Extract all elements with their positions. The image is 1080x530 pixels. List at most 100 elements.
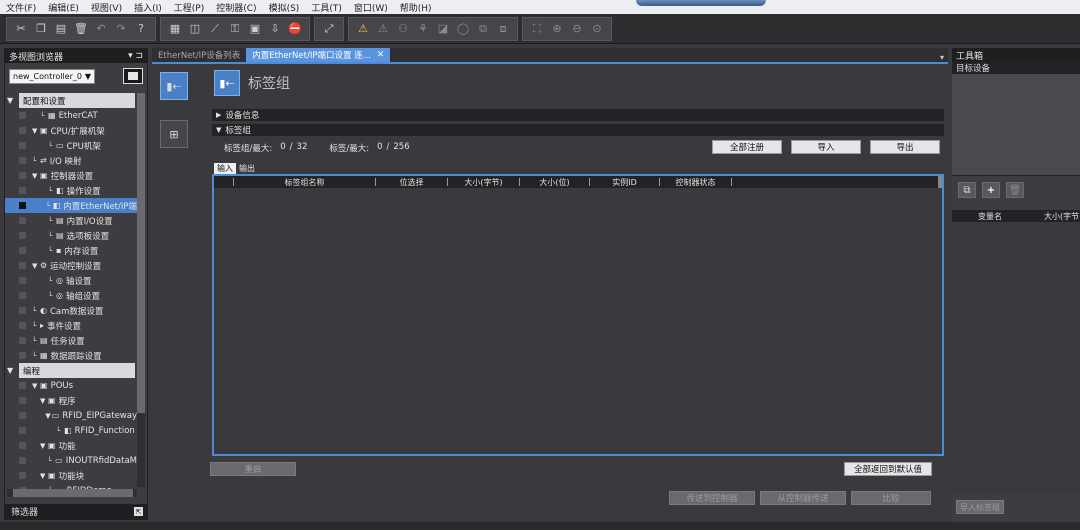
fit-icon[interactable]: ⛶: [527, 19, 547, 39]
copy-icon[interactable]: ❐: [31, 19, 51, 39]
tree-item[interactable]: ▼ ▣ 功能块: [5, 468, 137, 483]
explorer-vscroll[interactable]: [137, 93, 145, 487]
expand-down-icon[interactable]: ▼: [32, 262, 40, 270]
tab-output[interactable]: 输出: [236, 163, 258, 174]
tree-item-checkbox[interactable]: [19, 457, 26, 464]
register-all-button[interactable]: 全部注册: [712, 140, 782, 154]
zoom-out-icon[interactable]: ⊖: [567, 19, 587, 39]
column-header-size-bits[interactable]: 大小(位): [520, 178, 590, 187]
tree-item-checkbox[interactable]: [19, 172, 26, 179]
reset-defaults-button[interactable]: 全部返回到默认值: [844, 462, 932, 476]
target-device-row[interactable]: 目标设备: [952, 62, 1080, 74]
tree-section[interactable]: ▼ 编程: [7, 363, 135, 378]
connection-view-icon[interactable]: ⊞: [160, 120, 188, 148]
tree-item[interactable]: ▼ ▣ POUs: [5, 378, 137, 393]
menu-item[interactable]: 模拟(S): [269, 1, 300, 14]
tree-item-checkbox[interactable]: [19, 142, 26, 149]
sim-watch-icon[interactable]: ⧈: [493, 19, 513, 39]
export-button[interactable]: 导出: [870, 140, 940, 154]
tree-item[interactable]: └ ▸ 事件设置: [5, 318, 137, 333]
tree-item[interactable]: ▼ ▣ CPU/扩展机架: [5, 123, 137, 138]
menu-item[interactable]: 工具(T): [311, 1, 342, 14]
stop-icon[interactable]: ⛔: [285, 19, 305, 39]
tree-item[interactable]: └ ◧ 内置EtherNet/IP端: [5, 198, 137, 213]
help-icon[interactable]: ?: [131, 19, 151, 39]
zoom-reset-icon[interactable]: ⊙: [587, 19, 607, 39]
sim-stop-icon[interactable]: ◪: [433, 19, 453, 39]
tree-item-checkbox[interactable]: [19, 112, 26, 119]
menu-item[interactable]: 窗口(W): [354, 1, 388, 14]
import-button[interactable]: 导入: [791, 140, 861, 154]
tree-item-checkbox[interactable]: [19, 337, 26, 344]
tree-item[interactable]: └ ◐ Cam数据设置: [5, 303, 137, 318]
cut-icon[interactable]: ✂: [11, 19, 31, 39]
online-icon[interactable]: ⚿: [225, 19, 245, 39]
tree-item[interactable]: ▼ ▣ 功能: [5, 438, 137, 453]
cross-ref-icon[interactable]: ⤢: [319, 19, 339, 39]
tree-item[interactable]: └ ▦ EtherCAT: [5, 108, 137, 123]
explorer-hscroll[interactable]: [7, 489, 137, 497]
tree-item[interactable]: └ ▦ 数据跟踪设置: [5, 348, 137, 363]
tree-item-checkbox[interactable]: [19, 247, 26, 254]
filter-toggle-icon[interactable]: ⇱: [134, 507, 143, 516]
tree-item-checkbox[interactable]: [19, 352, 26, 359]
tree-item-checkbox[interactable]: [19, 412, 26, 419]
tree-item-checkbox[interactable]: [19, 217, 26, 224]
tree-item[interactable]: └ ◧ RFID_Function: [5, 423, 137, 438]
tree-item-checkbox[interactable]: [19, 397, 26, 404]
section-device-info[interactable]: ▶ 设备信息: [212, 109, 944, 121]
sim-step-icon[interactable]: ⚇: [393, 19, 413, 39]
tab-dropdown-icon[interactable]: ▾: [940, 53, 948, 62]
menu-item[interactable]: 插入(I): [134, 1, 162, 14]
tree-item[interactable]: ▼ ▣ 控制器设置: [5, 168, 137, 183]
import-tag-group-button[interactable]: 导入标签组: [956, 500, 1004, 514]
close-icon[interactable]: ✕: [377, 50, 385, 60]
column-header-instance-id[interactable]: 实例ID: [590, 178, 660, 187]
download-icon[interactable]: ⇩: [265, 19, 285, 39]
tree-item[interactable]: └ ◧ 操作设置: [5, 183, 137, 198]
sim-break-icon[interactable]: ⧉: [473, 19, 493, 39]
tree-item[interactable]: ▼ ▣ 程序: [5, 393, 137, 408]
expand-down-icon[interactable]: ▼: [7, 96, 13, 105]
sim-run-icon[interactable]: ⚠: [373, 19, 393, 39]
tree-section[interactable]: ▼ 配置和设置: [7, 93, 135, 108]
expand-down-icon[interactable]: ▼: [40, 442, 48, 450]
tree-item-checkbox[interactable]: [19, 232, 26, 239]
expand-down-icon[interactable]: ▼: [40, 397, 48, 405]
tag-group-view-icon[interactable]: ▮⇠: [160, 72, 188, 100]
tree-item-checkbox[interactable]: [19, 202, 26, 209]
tree-item-checkbox[interactable]: [19, 187, 26, 194]
tree-item-checkbox[interactable]: [19, 127, 26, 134]
tree-item-checkbox[interactable]: [19, 157, 26, 164]
expand-down-icon[interactable]: ▼: [7, 366, 13, 375]
tree-item[interactable]: └ ◎ 轴设置: [5, 273, 137, 288]
tree-item-checkbox[interactable]: [19, 472, 26, 479]
controller-select[interactable]: new_Controller_0 ▼: [9, 68, 95, 84]
sync-icon[interactable]: ▣: [245, 19, 265, 39]
section-tag-group[interactable]: ▼ 标签组: [212, 124, 944, 136]
build-icon[interactable]: ▦: [165, 19, 185, 39]
tree-item-checkbox[interactable]: [19, 442, 26, 449]
column-header-controller-status[interactable]: 控制器状态: [660, 178, 732, 187]
menu-item[interactable]: 工程(P): [174, 1, 204, 14]
tree-item[interactable]: ▼ ⚙ 运动控制设置: [5, 258, 137, 273]
sim-pause-icon[interactable]: ⚘: [413, 19, 433, 39]
tab-input[interactable]: 输入: [214, 163, 236, 174]
restart-button[interactable]: 重启: [210, 462, 296, 476]
expand-down-icon[interactable]: ▼: [32, 127, 40, 135]
tree-item[interactable]: └ ▤ 内置I/O设置: [5, 213, 137, 228]
compare-button[interactable]: 比较: [851, 491, 931, 505]
tree-item-checkbox[interactable]: [19, 382, 26, 389]
redo-icon[interactable]: ↷: [111, 19, 131, 39]
tree-item[interactable]: └ ▤ 选项板设置: [5, 228, 137, 243]
menu-item[interactable]: 帮助(H): [400, 1, 432, 14]
tab-eip-port-settings[interactable]: 内置EtherNet/IP端口设置 连... ✕: [246, 48, 391, 62]
warning-icon[interactable]: ⚠: [353, 19, 373, 39]
monitor-icon[interactable]: ◫: [185, 19, 205, 39]
tree-item[interactable]: └ ▪ 内存设置: [5, 243, 137, 258]
tree-item[interactable]: ▼ ▭ RFID_EIPGateway: [5, 408, 137, 423]
tree-item-checkbox[interactable]: [19, 307, 26, 314]
menu-item[interactable]: 编辑(E): [48, 1, 79, 14]
sim-reset-icon[interactable]: ◯: [453, 19, 473, 39]
tab-eip-device-list[interactable]: EtherNet/IP设备列表: [152, 48, 246, 62]
